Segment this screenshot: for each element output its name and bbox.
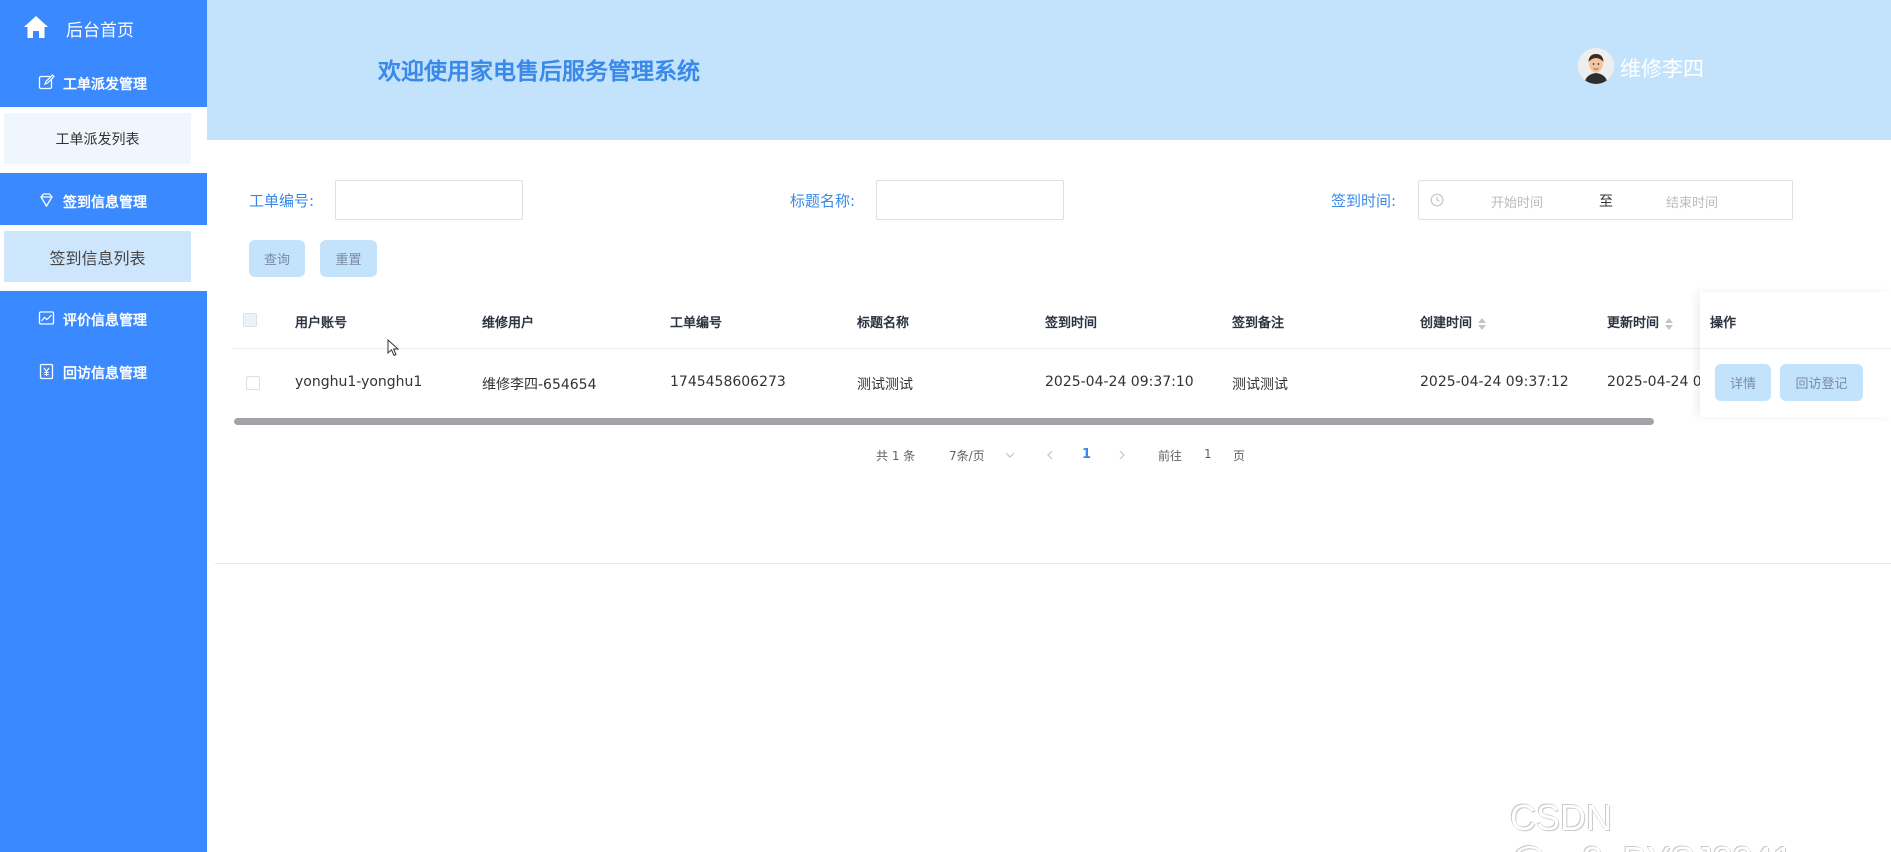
edit-icon (38, 74, 55, 90)
cell-checkin-time: 2025-04-24 09:37:10 (1045, 374, 1194, 390)
chart-icon (38, 311, 55, 325)
col-header-label: 创建时间 (1420, 316, 1473, 331)
checkin-date-range[interactable]: 开始时间 至 结束时间 (1418, 180, 1793, 220)
sidebar-item-checkin-list[interactable]: 签到信息列表 (0, 225, 207, 291)
row-checkbox[interactable] (246, 376, 260, 390)
revisit-register-button[interactable]: 回访登记 (1780, 364, 1863, 401)
sidebar-group-label: 评价信息管理 (63, 313, 147, 329)
yen-icon (39, 363, 54, 380)
col-header-operation: 操作 (1710, 316, 1737, 331)
col-header-user-account: 用户账号 (295, 316, 348, 331)
table-horizontal-scrollbar[interactable] (234, 418, 1654, 425)
clock-icon (1430, 193, 1444, 207)
col-header-title: 标题名称 (857, 316, 910, 331)
title-label: 标题名称: (790, 192, 856, 210)
sidebar-group-evaluation[interactable]: 评价信息管理 (0, 291, 207, 346)
cell-order-no: 1745458606273 (670, 374, 786, 390)
col-header-checkin-remark: 签到备注 (1232, 316, 1285, 331)
content-divider (215, 563, 1891, 564)
chevron-left-icon[interactable] (1046, 450, 1054, 460)
select-all-checkbox[interactable] (243, 313, 257, 327)
detail-button[interactable]: 详情 (1715, 364, 1771, 401)
cell-checkin-remark: 测试测试 (1232, 377, 1288, 393)
page-title: 欢迎使用家电售后服务管理系统 (378, 59, 700, 85)
col-header-created-time[interactable]: 创建时间 (1420, 312, 1487, 331)
sidebar-item-label: 工单派发列表 (4, 113, 191, 164)
watermark: CSDN @vx2_BYSJ8341 (1510, 797, 1793, 852)
sidebar-home[interactable]: 后台首页 (0, 0, 207, 55)
checkin-time-label: 签到时间: (1331, 192, 1397, 210)
sort-icon[interactable] (1478, 317, 1487, 331)
sidebar-group-revisit[interactable]: 回访信息管理 (0, 344, 207, 399)
goto-page-input[interactable]: 1 (1204, 447, 1212, 461)
end-time-placeholder[interactable]: 结束时间 (1666, 192, 1718, 211)
sidebar-group-checkin[interactable]: 签到信息管理 (0, 173, 207, 228)
mouse-cursor-icon (387, 339, 399, 357)
diamond-icon (40, 193, 53, 208)
chevron-down-icon[interactable] (1005, 451, 1015, 459)
page-number-current[interactable]: 1 (1082, 447, 1091, 462)
order-no-input[interactable] (335, 180, 523, 220)
col-header-repair-user: 维修用户 (482, 316, 535, 331)
order-no-label: 工单编号: (249, 192, 315, 210)
title-input[interactable] (876, 180, 1064, 220)
page-size-value: 7条/页 (949, 449, 985, 463)
sidebar: 后台首页 工单派发管理 工单派发列表 签到信息管理 签到信息列表 评价信息管理 … (0, 0, 207, 852)
sidebar-item-dispatch-list[interactable]: 工单派发列表 (0, 107, 207, 173)
col-header-checkin-time: 签到时间 (1045, 316, 1098, 331)
goto-prefix: 前往 (1158, 449, 1183, 463)
sort-icon[interactable] (1665, 317, 1674, 331)
query-button[interactable]: 查询 (249, 240, 305, 277)
sidebar-group-label: 签到信息管理 (63, 195, 147, 211)
avatar[interactable] (1578, 48, 1614, 84)
app-root: 后台首页 工单派发管理 工单派发列表 签到信息管理 签到信息列表 评价信息管理 … (0, 0, 1891, 852)
col-header-order-no: 工单编号 (670, 316, 723, 331)
col-header-updated-time[interactable]: 更新时间 (1607, 312, 1674, 331)
reset-button[interactable]: 重置 (320, 240, 377, 277)
sidebar-item-label: 签到信息列表 (4, 231, 191, 282)
avatar-icon (1578, 48, 1614, 84)
sidebar-home-label: 后台首页 (66, 21, 134, 41)
cell-user-account: yonghu1-yonghu1 (295, 374, 423, 390)
page-size-select[interactable]: 7条/页 (949, 447, 985, 464)
top-header: 欢迎使用家电售后服务管理系统 维修李四 (207, 0, 1891, 140)
sidebar-group-label: 工单派发管理 (63, 77, 147, 93)
checkin-table: 用户账号 维修用户 工单编号 标题名称 签到时间 签到备注 创建时间 更新时间 … (233, 292, 1891, 422)
range-separator: 至 (1599, 194, 1613, 210)
header-divider (1700, 348, 1891, 349)
cell-created-time: 2025-04-24 09:37:12 (1420, 374, 1569, 390)
pagination-total: 共 1 条 (876, 449, 916, 463)
sidebar-group-label: 回访信息管理 (63, 366, 147, 382)
username[interactable]: 维修李四 (1620, 53, 1704, 83)
home-icon (24, 16, 48, 38)
cell-repair-user: 维修李四-654654 (482, 377, 597, 393)
cell-title: 测试测试 (857, 377, 913, 393)
operation-column: 操作 详情 回访登记 (1700, 292, 1891, 417)
goto-suffix: 页 (1233, 449, 1246, 463)
col-header-label: 更新时间 (1607, 316, 1660, 331)
header-divider (233, 348, 1891, 349)
chevron-right-icon[interactable] (1118, 450, 1126, 460)
start-time-placeholder[interactable]: 开始时间 (1491, 192, 1543, 211)
sidebar-group-dispatch[interactable]: 工单派发管理 (0, 55, 207, 110)
